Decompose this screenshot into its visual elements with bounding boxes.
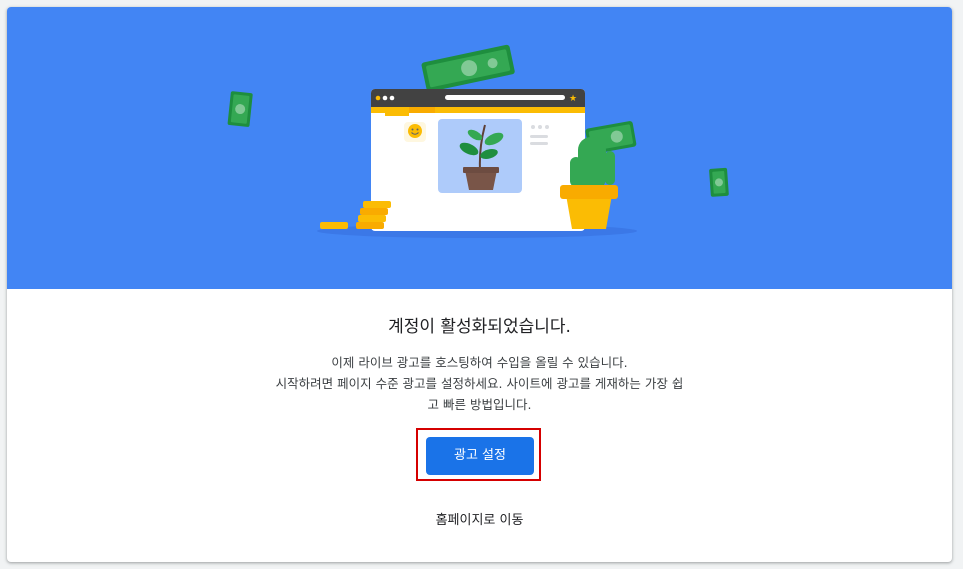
activation-card: ★ 계정이 활성화되었습니다. 이제 라이브 광고를 호스팅하여 수입을 올릴 … [7,7,952,562]
description-line: 이제 라이브 광고를 호스팅하여 수입을 올릴 수 있습니다. [331,355,628,370]
hero-banner: ★ [7,7,952,289]
money-bill-icon [709,167,729,197]
go-home-link[interactable]: 홈페이지로 이동 [436,513,524,528]
description-line: 고 빠른 방법입니다. [427,397,532,412]
description: 이제 라이브 광고를 호스팅하여 수입을 올릴 수 있습니다. 시작하려면 페이… [7,352,952,415]
money-bill-icon [227,91,253,127]
setup-ads-button[interactable]: 광고 설정 [426,437,534,475]
home-link-container: 홈페이지로 이동 [7,509,952,528]
description-line: 시작하려면 페이지 수준 광고를 설정하세요. 사이트에 광고를 게재하는 가장… [275,376,684,391]
page-title: 계정이 활성화되었습니다. [388,317,571,337]
money-bill-icon [421,44,515,92]
coin-stack-icon [320,201,391,229]
hero-illustration: ★ [227,44,729,238]
svg-text:★: ★ [569,94,577,104]
browser-window-icon: ★ [371,89,585,231]
